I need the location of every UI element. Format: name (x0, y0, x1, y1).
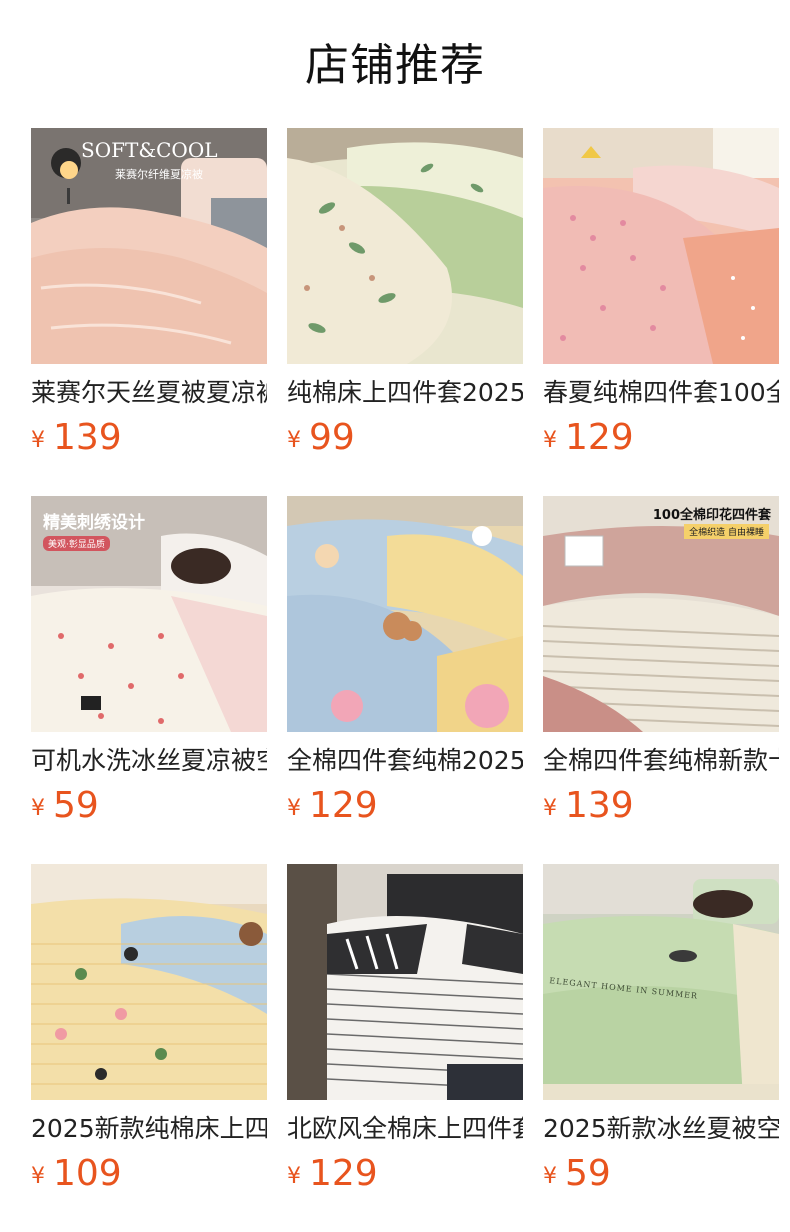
product-card[interactable]: 春夏纯棉四件套100全棉 ¥129 (543, 128, 779, 496)
product-price: ¥109 (31, 1152, 122, 1196)
currency-symbol: ¥ (31, 796, 45, 821)
product-price: ¥59 (31, 784, 99, 828)
image-overlay-subtext: 莱赛尔纤维夏凉被 (115, 168, 203, 181)
product-card[interactable]: 精美刺绣设计 美观·彰显品质 可机水洗冰丝夏凉被空调被 ¥59 (31, 496, 267, 864)
product-card[interactable]: 纯棉床上四件套2025新款 ¥99 (287, 128, 523, 496)
price-value: 99 (309, 417, 355, 458)
product-name[interactable]: 莱赛尔天丝夏被夏凉被 (31, 376, 267, 410)
price-value: 129 (309, 785, 378, 826)
product-name[interactable]: 春夏纯棉四件套100全棉 (543, 376, 779, 410)
image-overlay-headline: 精美刺绣设计 (43, 513, 145, 533)
product-image[interactable]: ELEGANT HOME IN SUMMER (543, 864, 779, 1100)
product-price: ¥139 (543, 784, 634, 828)
price-value: 129 (309, 1153, 378, 1194)
page-title: 店铺推荐 (305, 40, 485, 91)
price-value: 109 (53, 1153, 122, 1194)
product-card[interactable]: 100全棉印花四件套 全棉织造 自由裸睡 全棉四件套纯棉新款卡通 ¥139 (543, 496, 779, 864)
currency-symbol: ¥ (543, 428, 557, 453)
product-name[interactable]: 全棉四件套纯棉2025新款 (287, 744, 523, 778)
currency-symbol: ¥ (287, 1164, 301, 1189)
currency-symbol: ¥ (31, 428, 45, 453)
image-overlay-badge: 全棉织造 自由裸睡 (684, 524, 769, 539)
product-grid: SOFT&COOL 莱赛尔纤维夏凉被 莱赛尔天丝夏被夏凉被 ¥139 纯棉床上四… (31, 128, 790, 1232)
currency-symbol: ¥ (543, 796, 557, 821)
product-name[interactable]: 2025新款冰丝夏被空调被 (543, 1112, 779, 1146)
product-card[interactable]: SOFT&COOL 莱赛尔纤维夏凉被 莱赛尔天丝夏被夏凉被 ¥139 (31, 128, 267, 496)
product-image[interactable] (287, 496, 523, 732)
product-name[interactable]: 可机水洗冰丝夏凉被空调被 (31, 744, 267, 778)
product-name[interactable]: 全棉四件套纯棉新款卡通 (543, 744, 779, 778)
price-value: 139 (565, 785, 634, 826)
product-image[interactable]: 100全棉印花四件套 全棉织造 自由裸睡 (543, 496, 779, 732)
product-name[interactable]: 纯棉床上四件套2025新款 (287, 376, 523, 410)
product-image[interactable] (287, 128, 523, 364)
product-card[interactable]: 2025新款纯棉床上四件套 ¥109 (31, 864, 267, 1232)
currency-symbol: ¥ (287, 796, 301, 821)
product-price: ¥59 (543, 1152, 611, 1196)
product-price: ¥129 (543, 416, 634, 460)
image-overlay-headline: SOFT&COOL (81, 138, 218, 162)
product-card[interactable]: 北欧风全棉床上四件套 ¥129 (287, 864, 523, 1232)
price-value: 59 (565, 1153, 611, 1194)
product-name[interactable]: 2025新款纯棉床上四件套 (31, 1112, 267, 1146)
product-price: ¥129 (287, 1152, 378, 1196)
product-image[interactable] (543, 128, 779, 364)
currency-symbol: ¥ (31, 1164, 45, 1189)
currency-symbol: ¥ (287, 428, 301, 453)
product-card[interactable]: ELEGANT HOME IN SUMMER 2025新款冰丝夏被空调被 ¥59 (543, 864, 779, 1232)
product-image[interactable] (287, 864, 523, 1100)
product-image[interactable] (31, 864, 267, 1100)
price-value: 139 (53, 417, 122, 458)
product-card[interactable]: 全棉四件套纯棉2025新款 ¥129 (287, 496, 523, 864)
product-price: ¥139 (31, 416, 122, 460)
price-value: 129 (565, 417, 634, 458)
image-overlay-badge: 美观·彰显品质 (43, 536, 110, 551)
product-price: ¥129 (287, 784, 378, 828)
product-image[interactable]: 精美刺绣设计 美观·彰显品质 (31, 496, 267, 732)
product-price: ¥99 (287, 416, 355, 460)
price-value: 59 (53, 785, 99, 826)
product-image[interactable]: SOFT&COOL 莱赛尔纤维夏凉被 (31, 128, 267, 364)
product-name[interactable]: 北欧风全棉床上四件套 (287, 1112, 523, 1146)
currency-symbol: ¥ (543, 1164, 557, 1189)
image-overlay-headline: 100全棉印花四件套 (652, 508, 771, 523)
